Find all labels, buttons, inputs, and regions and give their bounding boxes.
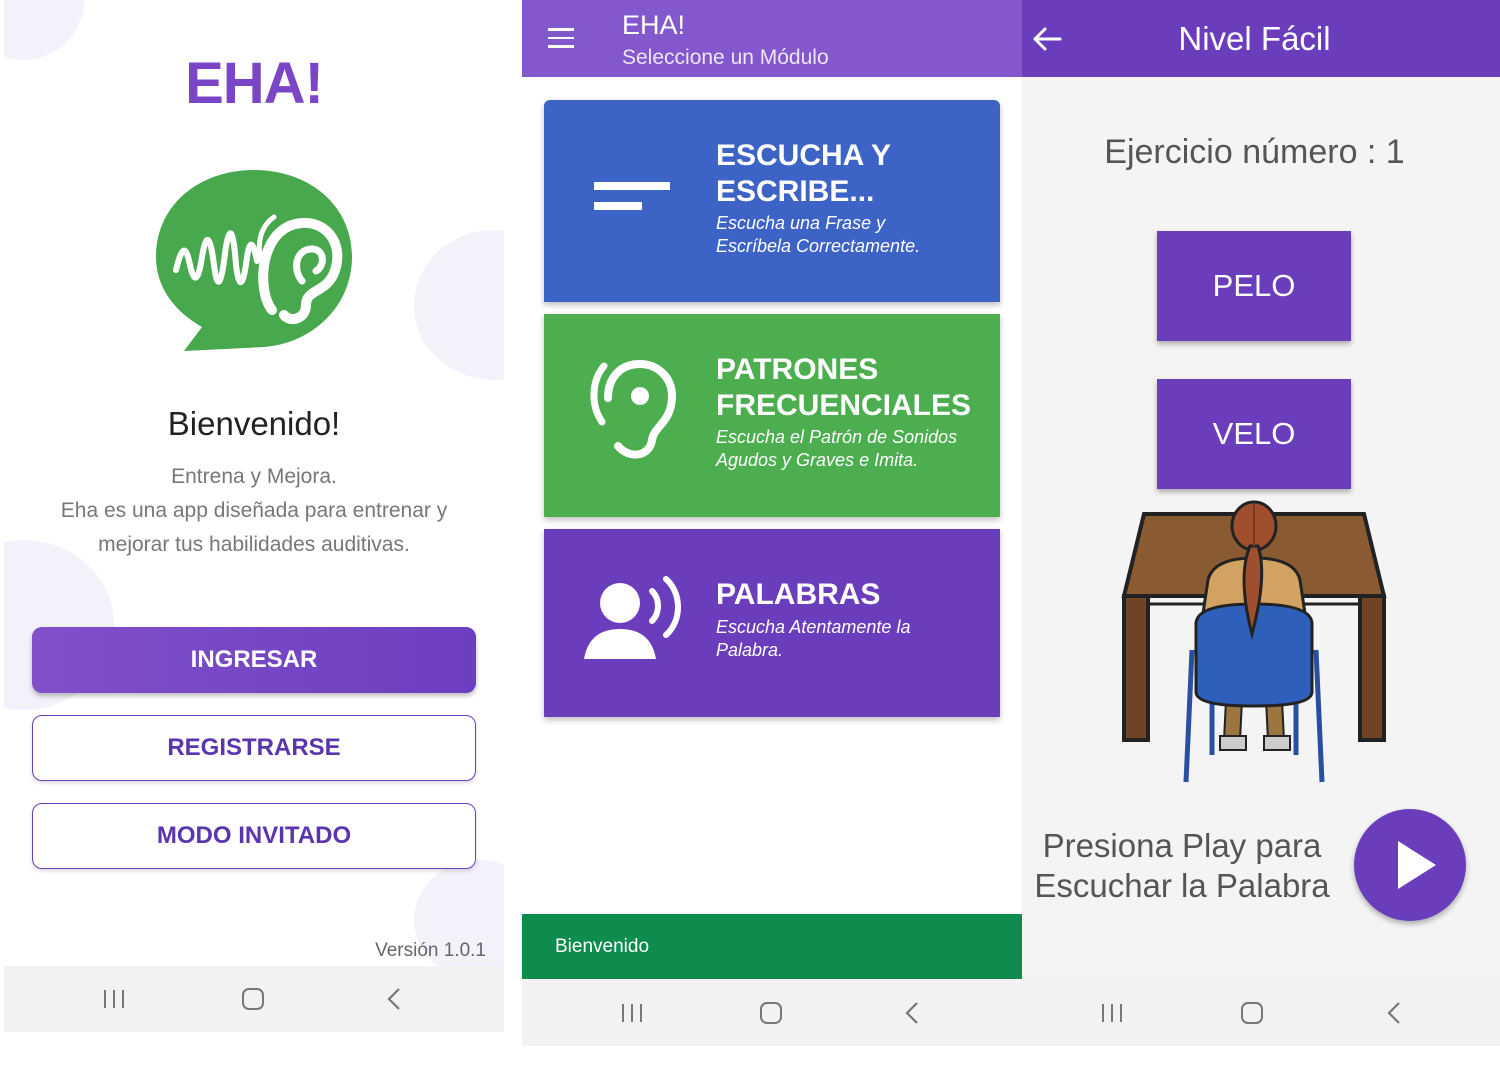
app-subtitle: Seleccione un Módulo: [622, 46, 829, 69]
app-bar: Nivel Fácil: [1022, 0, 1500, 77]
girl-at-desk-illustration: [1121, 500, 1387, 783]
recent-apps-icon[interactable]: [602, 980, 662, 1046]
play-button[interactable]: [1354, 809, 1466, 921]
welcome-screen: EHA! Bienvenido! Entrena y Mejora. Eha e…: [4, 0, 504, 1032]
short-text-icon: [594, 182, 670, 210]
menu-icon[interactable]: [548, 28, 574, 48]
word-option-button[interactable]: VELO: [1157, 379, 1351, 489]
hearing-icon: [590, 360, 677, 459]
app-description: Eha es una app diseñada para entrenar y …: [60, 499, 448, 556]
login-button[interactable]: INGRESAR: [32, 627, 476, 693]
back-nav-icon[interactable]: [364, 966, 424, 1032]
recent-apps-icon[interactable]: [1082, 980, 1142, 1046]
module-card-listen-write[interactable]: ESCUCHA Y ESCRIBE... Escucha una Frase yE…: [544, 100, 1000, 302]
background-blob: [414, 860, 504, 980]
app-bar: EHA! Seleccione un Módulo: [522, 0, 1022, 77]
level-title: Nivel Fácil: [1178, 20, 1331, 57]
ear-sound-logo-icon: [156, 170, 352, 351]
record-voice-icon: [584, 576, 681, 659]
welcome-title: Bienvenido!: [167, 405, 341, 442]
background-blob: [414, 230, 504, 380]
home-icon[interactable]: [741, 980, 801, 1046]
tagline: Entrena y Mejora.: [171, 465, 337, 488]
version-label: Versión 1.0.1: [375, 940, 486, 961]
module-title: PALABRAS: [716, 578, 881, 611]
play-instruction: Presiona Play para Escuchar la Palabra: [1034, 827, 1330, 904]
guest-mode-button[interactable]: MODO INVITADO: [32, 803, 476, 869]
module-card-frequency-patterns[interactable]: PATRONES FRECUENCIALES Escucha el Patrón …: [544, 314, 1000, 517]
module-card-words[interactable]: PALABRAS Escucha Atentamente la Palabra.: [544, 529, 1000, 717]
play-icon: [1398, 841, 1436, 889]
register-button[interactable]: REGISTRARSE: [32, 715, 476, 781]
app-logo-text: EHA!: [185, 51, 324, 116]
exercise-screen: Nivel Fácil Ejercicio número : 1 PELO VE…: [1022, 0, 1500, 1046]
home-icon[interactable]: [1222, 980, 1282, 1046]
module-description: Escucha el Patrón de Sonidos Agudos y Gra…: [716, 427, 958, 470]
exercise-number: Ejercicio número : 1: [1104, 133, 1405, 171]
word-option-button[interactable]: PELO: [1157, 231, 1351, 341]
status-message: Bienvenido: [555, 936, 650, 957]
module-title: ESCUCHA Y ESCRIBE...: [716, 139, 892, 208]
system-nav-bar: [1022, 980, 1500, 1046]
app-title: EHA!: [622, 10, 686, 40]
module-selection-screen: EHA! Seleccione un Módulo ESCUCHA Y ESCRI…: [522, 0, 1022, 1046]
home-icon[interactable]: [223, 966, 283, 1032]
back-nav-icon[interactable]: [882, 980, 942, 1046]
back-nav-icon[interactable]: [1364, 980, 1424, 1046]
module-description: Escucha una Frase y Escríbela Correctamen…: [716, 213, 921, 256]
recent-apps-icon[interactable]: [84, 966, 144, 1032]
module-description: Escucha Atentamente la Palabra.: [716, 617, 911, 660]
system-nav-bar: [522, 980, 1022, 1046]
module-title: PATRONES FRECUENCIALES: [716, 353, 972, 422]
system-nav-bar: [4, 966, 504, 1032]
status-bar: Bienvenido: [522, 914, 1022, 979]
